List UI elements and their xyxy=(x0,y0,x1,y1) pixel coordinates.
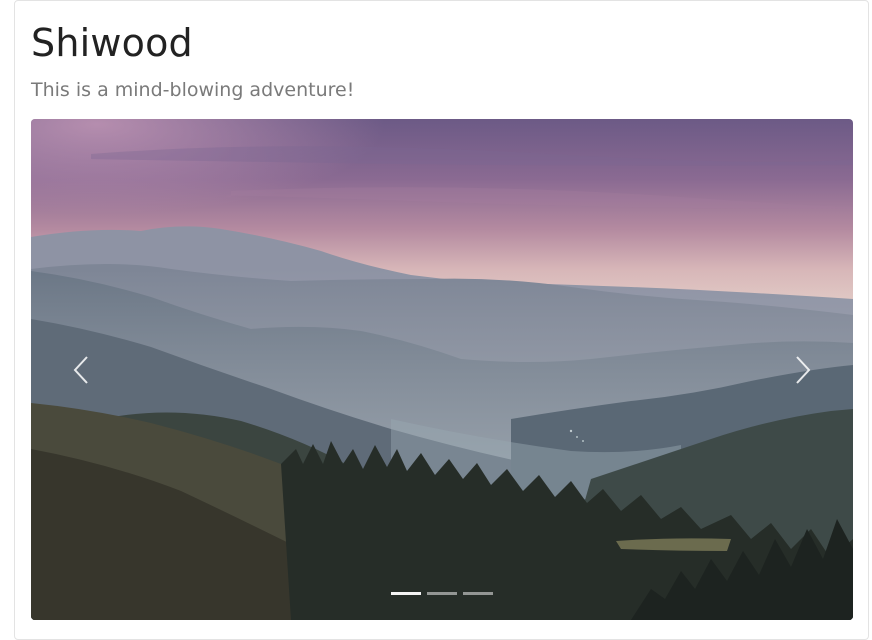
carousel-slide-image xyxy=(31,119,853,620)
carousel-indicator-2[interactable] xyxy=(427,592,457,595)
carousel-indicator-1[interactable] xyxy=(391,592,421,595)
card-subtitle: This is a mind-blowing adventure! xyxy=(31,79,355,101)
card: Shiwood This is a mind-blowing adventure… xyxy=(14,0,869,640)
carousel-indicator-3[interactable] xyxy=(463,592,493,595)
card-title: Shiwood xyxy=(31,21,193,65)
carousel-indicators xyxy=(31,592,853,595)
chevron-right-icon xyxy=(796,355,811,384)
chevron-left-icon xyxy=(73,355,88,384)
image-carousel xyxy=(31,119,853,620)
carousel-prev-button[interactable] xyxy=(31,119,131,620)
carousel-next-button[interactable] xyxy=(753,119,853,620)
